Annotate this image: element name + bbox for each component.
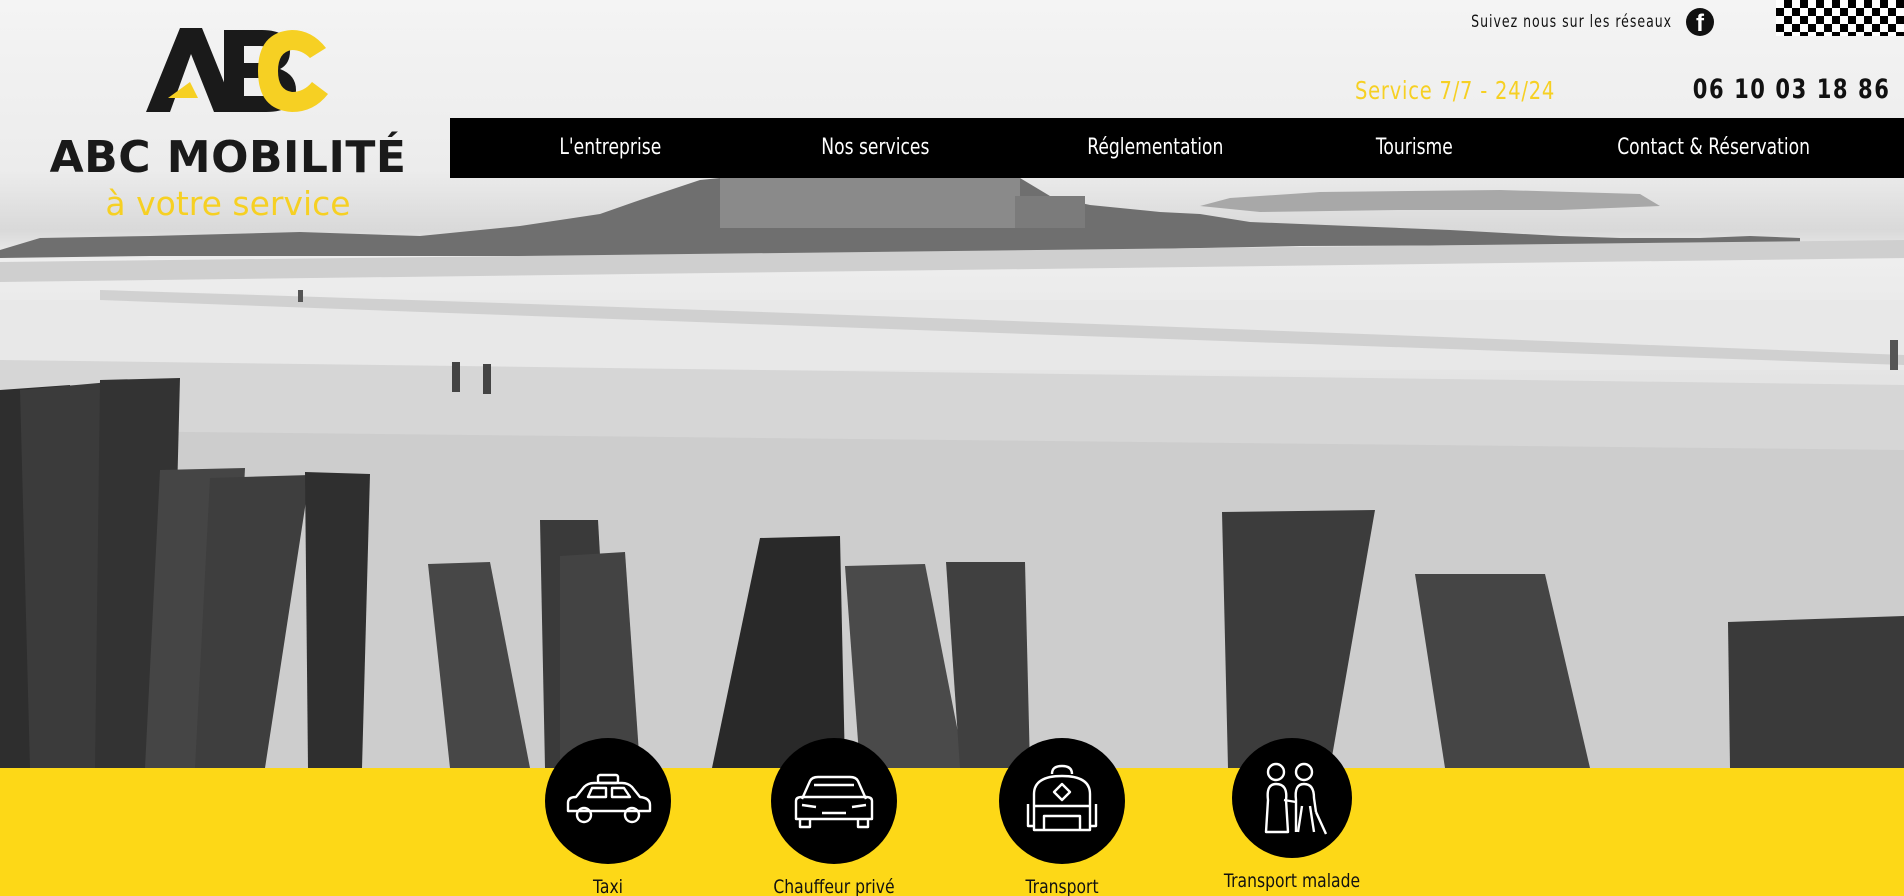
service-transport[interactable]: Transport bbox=[972, 738, 1152, 896]
service-transport-label: Transport bbox=[1025, 876, 1099, 896]
taxi-icon[interactable] bbox=[545, 738, 671, 864]
backpack-icon[interactable] bbox=[999, 738, 1125, 864]
service-chauffeur-prive[interactable]: Chauffeur privé bbox=[744, 738, 924, 896]
phone-number[interactable]: 06 10 03 18 86 bbox=[1692, 74, 1890, 105]
brand-name: ABC MOBILITÉ bbox=[49, 132, 407, 183]
social-follow-text: Suivez nous sur les réseaux bbox=[1471, 12, 1672, 32]
brand-logo[interactable]: ABC MOBILITÉ à votre service bbox=[40, 24, 410, 224]
services-band bbox=[0, 768, 1904, 896]
nav-item-entreprise[interactable]: L'entreprise bbox=[559, 118, 661, 178]
brand-tagline: à votre service bbox=[105, 184, 351, 223]
abc-logo-icon bbox=[146, 28, 328, 112]
elderly-people-icon[interactable] bbox=[1232, 738, 1352, 858]
service-transport-malade-label: Transport malade bbox=[1223, 870, 1361, 892]
nav-item-tourisme[interactable]: Tourisme bbox=[1376, 118, 1453, 178]
service-chauffeur-prive-label: Chauffeur privé bbox=[773, 876, 895, 896]
facebook-icon[interactable]: f bbox=[1686, 8, 1714, 36]
service-transport-malade[interactable]: Transport malade bbox=[1202, 738, 1382, 892]
checkered-flag-decoration bbox=[1776, 0, 1904, 36]
nav-item-reglementation[interactable]: Réglementation bbox=[1087, 118, 1223, 178]
social-links: Suivez nous sur les réseaux f bbox=[1427, 8, 1714, 36]
car-icon[interactable] bbox=[771, 738, 897, 864]
service-taxi-label: Taxi bbox=[592, 876, 624, 896]
nav-item-contact-reservation[interactable]: Contact & Réservation bbox=[1617, 118, 1810, 178]
main-navigation: L'entreprise Nos services Réglementation… bbox=[450, 118, 1904, 178]
nav-item-services[interactable]: Nos services bbox=[821, 118, 929, 178]
service-hours: Service 7/7 - 24/24 bbox=[1355, 76, 1556, 105]
service-taxi[interactable]: Taxi bbox=[518, 738, 698, 896]
